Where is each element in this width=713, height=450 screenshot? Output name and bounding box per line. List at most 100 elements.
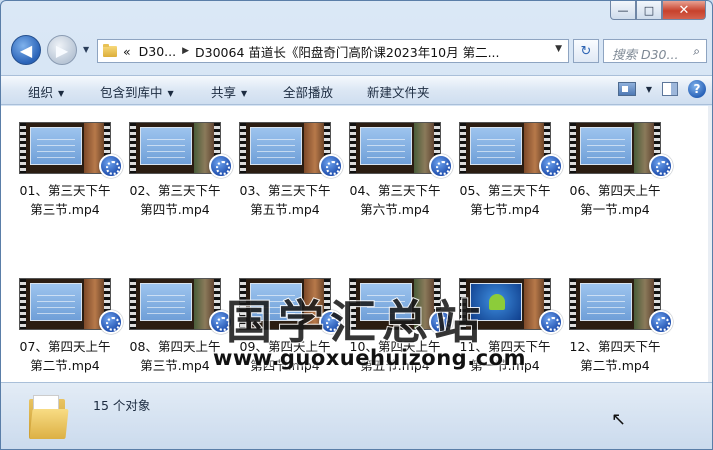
maximize-button[interactable]: □ (636, 1, 662, 20)
video-thumbnail (459, 122, 551, 174)
folder-icon (103, 43, 117, 57)
file-item[interactable]: 06、第四天上午 第一节.mp4 (563, 122, 673, 232)
file-item[interactable]: 02、第三天下午 第四节.mp4 (123, 122, 233, 232)
file-item[interactable]: 03、第三天下午 第五节.mp4 (233, 122, 343, 232)
video-player-icon (319, 154, 343, 178)
file-name: 04、第三天下午 第六节.mp4 (343, 181, 447, 219)
file-item[interactable]: 04、第三天下午 第六节.mp4 (343, 122, 453, 232)
file-name-line2: 第四节.mp4 (140, 202, 210, 217)
file-name-line2: 第六节.mp4 (360, 202, 430, 217)
folder-icon (29, 395, 69, 439)
file-name-line1: 05、第三天下午 (459, 183, 551, 198)
search-icon[interactable]: ⌕ (693, 44, 700, 59)
play-all-button[interactable]: 全部播放 (283, 82, 333, 101)
file-name: 08、第四天上午 第三节.mp4 (123, 337, 227, 375)
video-player-icon (209, 154, 233, 178)
video-thumbnail (129, 278, 221, 330)
file-name-line2: 第五节.mp4 (250, 202, 320, 217)
file-name-line2: 第二节.mp4 (580, 358, 650, 373)
video-player-icon (649, 154, 673, 178)
breadcrumb-current[interactable]: D30064 苗道长《阳盘奇门高阶课2023年10月 第二... (195, 42, 499, 61)
mouse-cursor-icon: ↖ (611, 409, 627, 430)
change-view-icon[interactable] (617, 82, 636, 96)
file-name-line2: 第二节.mp4 (30, 358, 100, 373)
file-name-line1: 12、第四天下午 (569, 339, 661, 354)
preview-pane-icon[interactable] (662, 82, 678, 96)
file-name-line2: 第一节.mp4 (580, 202, 650, 217)
refresh-button[interactable]: ↻ (573, 39, 599, 63)
watermark-url: www.guoxuehuizong.com (213, 346, 526, 370)
view-controls: ▼ ? (617, 80, 706, 98)
window-caption-buttons: — □ ✕ (610, 1, 706, 21)
forward-button[interactable]: ▶ (47, 35, 77, 65)
include-in-library-menu[interactable]: 包含到库中 ▼ (100, 82, 174, 101)
chevron-down-icon: ▼ (167, 89, 174, 98)
video-thumbnail (349, 122, 441, 174)
file-name: 05、第三天下午 第七节.mp4 (453, 181, 557, 219)
share-menu[interactable]: 共享 ▼ (211, 82, 247, 101)
share-label: 共享 (211, 85, 237, 100)
play-all-label: 全部播放 (283, 85, 334, 100)
file-item[interactable]: 08、第四天上午 第三节.mp4 (123, 278, 233, 382)
file-item[interactable]: 12、第四天下午 第二节.mp4 (563, 278, 673, 382)
breadcrumb-root[interactable]: D30... (139, 44, 176, 59)
file-name: 07、第四天上午 第二节.mp4 (13, 337, 117, 375)
video-player-icon (539, 154, 563, 178)
search-placeholder: 搜索 D30... (612, 47, 679, 62)
watermark-title: 国学汇总站 (225, 294, 486, 350)
help-icon[interactable]: ? (688, 80, 706, 98)
item-count: 15 个对象 (93, 398, 151, 413)
recent-pages-dropdown[interactable]: ▼ (83, 45, 89, 54)
minimize-button[interactable]: — (610, 1, 636, 20)
video-thumbnail (569, 122, 661, 174)
organize-menu[interactable]: 组织 ▼ (28, 82, 64, 101)
video-thumbnail (129, 122, 221, 174)
video-thumbnail (19, 122, 111, 174)
video-player-icon (99, 310, 123, 334)
close-button[interactable]: ✕ (662, 1, 706, 20)
back-button[interactable]: ◀ (11, 35, 41, 65)
search-input[interactable]: 搜索 D30... ⌕ (603, 39, 707, 63)
file-name-line2: 第七节.mp4 (470, 202, 540, 217)
file-name: 02、第三天下午 第四节.mp4 (123, 181, 227, 219)
file-item[interactable]: 07、第四天上午 第二节.mp4 (13, 278, 123, 382)
file-name-line1: 01、第三天下午 (19, 183, 111, 198)
video-thumbnail (569, 278, 661, 330)
file-name: 03、第三天下午 第五节.mp4 (233, 181, 337, 219)
video-thumbnail (239, 122, 331, 174)
address-bar[interactable]: « D30... ▶ D30064 苗道长《阳盘奇门高阶课2023年10月 第二… (97, 39, 569, 63)
new-folder-button[interactable]: 新建文件夹 (367, 82, 430, 101)
video-player-icon (429, 154, 453, 178)
video-player-icon (99, 154, 123, 178)
vertical-scrollbar[interactable] (708, 106, 712, 382)
navigation-bar: ◀ ▶ ▼ « D30... ▶ D30064 苗道长《阳盘奇门高阶课2023年… (1, 31, 712, 71)
explorer-window: — □ ✕ ◀ ▶ ▼ « D30... ▶ D30064 苗道长《阳盘奇门高阶… (0, 0, 713, 450)
breadcrumb-separator[interactable]: ▶ (182, 46, 189, 56)
file-name: 12、第四天下午 第二节.mp4 (563, 337, 667, 375)
include-in-library-label: 包含到库中 (100, 85, 163, 100)
file-name: 01、第三天下午 第三节.mp4 (13, 181, 117, 219)
organize-label: 组织 (28, 85, 54, 100)
chevron-down-icon[interactable]: ▼ (646, 85, 652, 94)
video-player-icon (649, 310, 673, 334)
file-name-line1: 06、第四天上午 (569, 183, 661, 198)
file-name-line2: 第三节.mp4 (140, 358, 210, 373)
file-name-line2: 第三节.mp4 (30, 202, 100, 217)
video-player-icon (539, 310, 563, 334)
file-item[interactable]: 05、第三天下午 第七节.mp4 (453, 122, 563, 232)
command-bar: 组织 ▼ 包含到库中 ▼ 共享 ▼ 全部播放 新建文件夹 ▼ ? (1, 75, 712, 105)
address-chevron[interactable]: « (123, 44, 131, 59)
file-item[interactable]: 01、第三天下午 第三节.mp4 (13, 122, 123, 232)
file-name: 06、第四天上午 第一节.mp4 (563, 181, 667, 219)
chevron-down-icon: ▼ (241, 89, 248, 98)
chevron-down-icon: ▼ (58, 89, 65, 98)
file-name-line1: 02、第三天下午 (129, 183, 221, 198)
file-list-pane[interactable]: 01、第三天下午 第三节.mp4 02、第三天下午 第四节.mp4 03、第三天下午 第五… (1, 106, 712, 382)
file-name-line1: 07、第四天上午 (19, 339, 111, 354)
address-dropdown[interactable]: ▼ (555, 44, 562, 54)
video-thumbnail (19, 278, 111, 330)
file-name-line1: 08、第四天上午 (129, 339, 221, 354)
details-pane: 15 个对象 (1, 382, 712, 449)
new-folder-label: 新建文件夹 (367, 85, 430, 100)
file-name-line1: 03、第三天下午 (239, 183, 331, 198)
